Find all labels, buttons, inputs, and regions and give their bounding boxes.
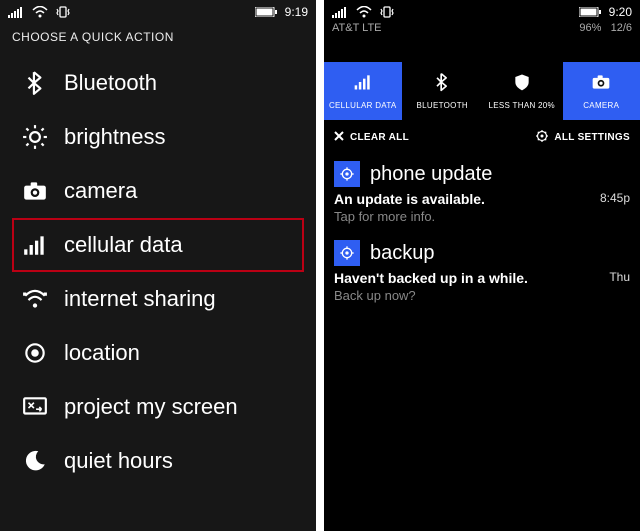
quick-action-label: Bluetooth: [64, 70, 157, 96]
notification-title: backup: [370, 242, 435, 265]
wifi-share-icon: [20, 286, 50, 312]
tile-label: BLUETOOTH: [417, 101, 468, 110]
date-text: 12/6: [611, 22, 632, 34]
quick-action-label: cellular data: [64, 232, 183, 258]
location-icon: [20, 340, 50, 366]
battery-icon: [579, 7, 601, 17]
quick-action-location[interactable]: location: [12, 326, 304, 380]
quick-action-label: project my screen: [64, 394, 238, 420]
notification-time: Thu: [609, 270, 630, 284]
wifi-icon: [356, 6, 372, 18]
clear-all-button[interactable]: CLEAR ALL: [334, 131, 409, 144]
quick-action-tiles: CELLULAR DATA BLUETOOTH LESS THAN 20% CAMER…: [324, 62, 640, 120]
wifi-icon: [32, 6, 48, 18]
status-bar: 9:20: [324, 0, 640, 22]
quick-action-label: brightness: [64, 124, 166, 150]
bluetooth-icon: [20, 70, 50, 96]
brightness-icon: [20, 124, 50, 150]
quick-action-cellular-data[interactable]: cellular data: [12, 218, 304, 272]
status-bar: 9:19: [0, 0, 316, 22]
vibrate-icon: [380, 6, 394, 18]
quick-action-label: camera: [64, 178, 137, 204]
tile-label: LESS THAN 20%: [489, 101, 555, 110]
quick-action-list: Bluetooth brightness camera cellular data in…: [0, 56, 316, 488]
gear-icon: [334, 161, 360, 187]
tile-bluetooth[interactable]: BLUETOOTH: [404, 62, 482, 120]
quick-action-label: internet sharing: [64, 286, 216, 312]
signal-icon: [20, 232, 50, 258]
tile-cellular-data[interactable]: CELLULAR DATA: [324, 62, 402, 120]
moon-icon: [20, 448, 50, 474]
signal-icon: [8, 6, 24, 18]
quick-action-label: location: [64, 340, 140, 366]
notification-sub: Tap for more info.: [334, 209, 485, 224]
tile-label: CAMERA: [583, 101, 619, 110]
clock-text: 9:19: [285, 5, 308, 19]
notification-backup[interactable]: backup Haven't backed up in a while. Bac…: [324, 234, 640, 313]
camera-icon: [20, 178, 50, 204]
clock-text: 9:20: [609, 5, 632, 19]
quick-action-internet-sharing[interactable]: internet sharing: [12, 272, 304, 326]
battery-pct: 96%: [579, 22, 601, 34]
notification-list: phone update An update is available. Tap…: [324, 155, 640, 313]
bluetooth-icon: [432, 72, 452, 97]
sub-status: AT&T LTE 96% 12/6: [324, 22, 640, 38]
quick-action-brightness[interactable]: brightness: [12, 110, 304, 164]
quick-action-label: quiet hours: [64, 448, 173, 474]
left-screen: 9:19 CHOOSE A QUICK ACTION Bluetooth brig…: [0, 0, 316, 531]
tile-camera[interactable]: CAMERA: [563, 62, 640, 120]
tile-label: CELLULAR DATA: [329, 101, 397, 110]
notification-title: phone update: [370, 163, 492, 186]
close-icon: [334, 131, 344, 144]
vibrate-icon: [56, 6, 70, 18]
all-settings-label: ALL SETTINGS: [554, 132, 630, 143]
gear-icon: [536, 130, 548, 145]
notification-phone-update[interactable]: phone update An update is available. Tap…: [324, 155, 640, 234]
quick-action-camera[interactable]: camera: [12, 164, 304, 218]
notification-main: An update is available.: [334, 191, 485, 207]
battery-icon: [255, 7, 277, 17]
quick-action-quiet-hours[interactable]: quiet hours: [12, 434, 304, 488]
all-settings-button[interactable]: ALL SETTINGS: [536, 130, 630, 145]
carrier-text: AT&T LTE: [332, 22, 382, 34]
action-row: CLEAR ALL ALL SETTINGS: [324, 120, 640, 155]
gear-icon: [334, 240, 360, 266]
signal-icon: [353, 72, 373, 97]
shield-icon: [512, 72, 532, 97]
notification-time: 8:45p: [600, 191, 630, 205]
project-icon: [20, 394, 50, 420]
quick-action-Bluetooth[interactable]: Bluetooth: [12, 56, 304, 110]
camera-icon: [591, 72, 611, 97]
notification-main: Haven't backed up in a while.: [334, 270, 528, 286]
signal-icon: [332, 6, 348, 18]
tile-less-than-20%[interactable]: LESS THAN 20%: [483, 62, 561, 120]
quick-action-project-my-screen[interactable]: project my screen: [12, 380, 304, 434]
clear-all-label: CLEAR ALL: [350, 132, 409, 143]
notification-sub: Back up now?: [334, 288, 528, 303]
page-title: CHOOSE A QUICK ACTION: [0, 22, 316, 56]
right-screen: 9:20 AT&T LTE 96% 12/6 CELLULAR DATA BLUE…: [324, 0, 640, 531]
